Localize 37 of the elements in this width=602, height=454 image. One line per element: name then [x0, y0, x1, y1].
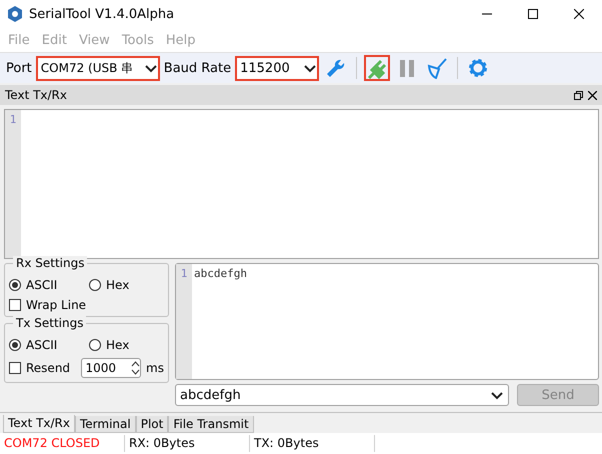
settings-icon [467, 57, 490, 79]
maximize-icon[interactable] [528, 9, 538, 19]
radio-button[interactable]: Hex [89, 278, 164, 292]
panel-title: Text Tx/Rx [5, 88, 68, 102]
radio-button[interactable]: ASCII [9, 338, 84, 352]
app-icon [8, 6, 22, 22]
tab[interactable]: Terminal [75, 416, 136, 433]
close-icon[interactable] [588, 90, 597, 100]
radio-button[interactable]: ASCII [9, 278, 84, 292]
baud-dropdown[interactable]: 115200 [235, 56, 320, 80]
number-field[interactable]: 1000 [81, 358, 142, 378]
window-title: SerialTool V1.4.0Alpha [29, 6, 176, 22]
broom-icon [426, 57, 448, 79]
float-icon[interactable] [574, 90, 583, 100]
checkbox[interactable]: Wrap Line [9, 298, 164, 312]
checkbox[interactable]: Resend [9, 361, 76, 375]
editor-line: abcdefgh [194, 267, 247, 280]
port-label: Port [6, 60, 32, 76]
line-number: 1 [180, 267, 188, 280]
port-dropdown[interactable]: COM72 (USB 串 [36, 56, 160, 80]
tab[interactable]: Text Tx/Rx [3, 415, 75, 433]
radio-button[interactable]: Hex [89, 338, 164, 352]
close-icon[interactable] [574, 9, 584, 19]
status-text: TX: 0Bytes [250, 435, 375, 452]
group-title: Tx Settings [13, 316, 86, 330]
line-number: 1 [8, 113, 18, 126]
status-text: RX: 0Bytes [125, 435, 250, 452]
unit-label: ms [146, 361, 164, 375]
send-editor[interactable]: 1 abcdefgh [175, 263, 599, 380]
baud-label: Baud Rate [164, 60, 232, 76]
status-text: COM72 CLOSED [0, 435, 125, 452]
tab[interactable]: Plot [136, 416, 168, 433]
spin-arrows-icon[interactable] [131, 361, 140, 375]
plug-button[interactable] [364, 55, 390, 81]
tab[interactable]: File Transmit [168, 416, 254, 433]
plug-icon [366, 57, 388, 79]
group-title: Rx Settings [13, 256, 88, 270]
